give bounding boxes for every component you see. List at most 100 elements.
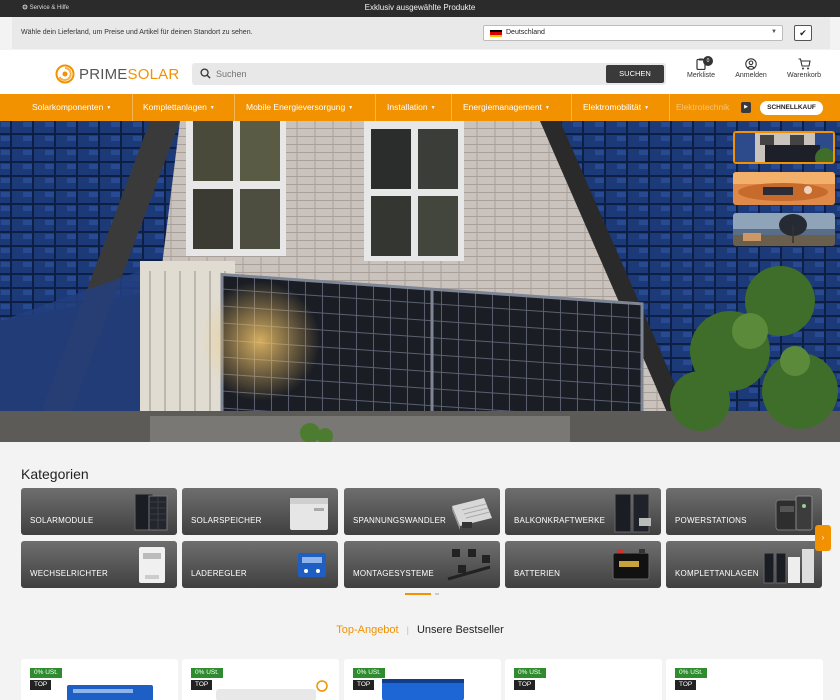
- chevron-down-icon: ▼: [771, 29, 777, 35]
- hero-slider[interactable]: [0, 121, 840, 442]
- wishlist-count-badge: 0: [703, 56, 713, 66]
- category-powerstations[interactable]: POWERSTATIONS: [666, 488, 822, 535]
- tax-badge: 0% USt.: [514, 668, 546, 678]
- category-label: SOLARSPEICHER: [191, 516, 262, 525]
- country-selected-value: Deutschland: [506, 29, 545, 36]
- category-label: BALKONKRAFTWERKE: [514, 516, 606, 525]
- category-wechselrichter[interactable]: WECHSELRICHTER: [21, 541, 177, 588]
- charge-controller-icon: [298, 553, 326, 577]
- nav-item-energiemanagement[interactable]: Energiemanagement ▼: [452, 94, 572, 121]
- chevron-down-icon: ▼: [209, 105, 215, 111]
- category-laderegler[interactable]: LADEREGLER: [182, 541, 338, 588]
- quick-buy-button[interactable]: SCHNELLKAUF: [760, 101, 823, 115]
- category-komplettanlagen[interactable]: KOMPLETTANLAGEN: [666, 541, 822, 588]
- chevron-down-icon: ▼: [430, 105, 436, 111]
- top-badge: TOP: [353, 680, 375, 690]
- category-label: BATTERIEN: [514, 569, 561, 578]
- carousel-pagination[interactable]: [405, 592, 439, 596]
- service-link[interactable]: Service & Hilfe: [22, 4, 69, 11]
- product-image: [67, 685, 153, 700]
- country-message: Wähle dein Lieferland, um Preise und Art…: [21, 29, 253, 36]
- product-card[interactable]: 0% USt. TOP: [344, 659, 501, 700]
- top-badge: TOP: [191, 680, 213, 690]
- category-spannungswandler[interactable]: SPANNUNGSWANDLER: [344, 488, 500, 535]
- solar-panel-icon: [134, 493, 168, 531]
- country-select[interactable]: Deutschland ▼: [483, 25, 783, 41]
- tax-badge: 0% USt.: [675, 668, 707, 678]
- categories-title: Kategorien: [21, 466, 89, 482]
- hero-thumbnail-2[interactable]: [733, 172, 835, 205]
- login-label: Anmelden: [735, 72, 767, 79]
- user-icon: [745, 58, 757, 70]
- service-label: Service & Hilfe: [29, 5, 70, 11]
- category-solarmodule[interactable]: SOLARMODULE: [21, 488, 177, 535]
- nav-item-komplettanlagen[interactable]: Komplettanlagen ▼: [132, 94, 235, 121]
- hero-image: [0, 121, 840, 442]
- country-selector-bar: Wähle dein Lieferland, um Preise und Art…: [12, 17, 830, 49]
- promo-text: Exklusiv ausgewählte Produkte: [364, 3, 476, 12]
- mounting-system-icon: [447, 549, 491, 581]
- cart-label: Warenkorb: [787, 72, 821, 79]
- inverter-icon: [139, 547, 165, 583]
- tax-badge: 0% USt.: [30, 668, 62, 678]
- tab-top-angebot[interactable]: Top-Angebot: [336, 624, 398, 636]
- confirm-country-button[interactable]: ✔: [794, 25, 812, 41]
- battery-storage-icon: [290, 498, 328, 530]
- logo[interactable]: PRIMESOLAR: [55, 64, 179, 84]
- category-label: WECHSELRICHTER: [30, 569, 108, 578]
- hero-thumbnail-3[interactable]: [733, 213, 835, 246]
- logo-text: PRIMESOLAR: [79, 66, 180, 83]
- category-solarspeicher[interactable]: SOLARSPEICHER: [182, 488, 338, 535]
- nav-item-installation[interactable]: Installation ▼: [376, 94, 452, 121]
- category-label: SPANNUNGSWANDLER: [353, 516, 446, 525]
- nav-item-elektromobilitaet[interactable]: Elektromobilität ▼: [572, 94, 670, 121]
- top-badge: TOP: [30, 680, 52, 690]
- top-bar: Exklusiv ausgewählte Produkte Service & …: [0, 0, 840, 17]
- login-button[interactable]: Anmelden: [729, 58, 773, 88]
- category-batterien[interactable]: BATTERIEN: [505, 541, 661, 588]
- category-label: LADEREGLER: [191, 569, 247, 578]
- product-card[interactable]: 0% USt. TOP: [505, 659, 662, 700]
- tab-bestseller[interactable]: Unsere Bestseller: [417, 624, 504, 636]
- chevron-down-icon: ▼: [348, 105, 354, 111]
- tab-separator: |: [406, 625, 409, 635]
- product-image: [216, 680, 328, 700]
- product-card[interactable]: 0% USt. TOP: [182, 659, 339, 700]
- hero-thumbnail-1[interactable]: [733, 131, 835, 164]
- thumbnail-image: [735, 133, 833, 162]
- category-label: POWERSTATIONS: [675, 516, 747, 525]
- chevron-down-icon: ▼: [644, 105, 650, 111]
- germany-flag-icon: [490, 30, 502, 37]
- site-header: PRIMESOLAR SUCHEN Merkliste 0 Anmelden W…: [0, 50, 840, 94]
- category-next-button[interactable]: ›: [815, 525, 831, 551]
- category-label: KOMPLETTANLAGEN: [675, 569, 759, 578]
- nav-scroll-right-button[interactable]: ▶: [741, 102, 751, 113]
- cart-icon: [798, 58, 811, 70]
- battery-icon: [612, 549, 650, 580]
- cart-button[interactable]: Warenkorb: [782, 58, 826, 88]
- balcony-power-plant-icon: [614, 493, 651, 533]
- tax-badge: 0% USt.: [191, 668, 223, 678]
- category-montagesysteme[interactable]: MONTAGESYSTEME: [344, 541, 500, 588]
- search-button[interactable]: SUCHEN: [606, 65, 664, 83]
- product-image: [382, 679, 464, 700]
- category-label: SOLARMODULE: [30, 516, 94, 525]
- category-balkonkraftwerke[interactable]: BALKONKRAFTWERKE: [505, 488, 661, 535]
- search-bar: SUCHEN: [192, 63, 666, 85]
- nav-item-elektrotechnik[interactable]: Elektrotechnik: [676, 94, 729, 121]
- gear-icon: [22, 4, 28, 10]
- wishlist-label: Merkliste: [686, 72, 715, 79]
- nav-item-solarkomponenten[interactable]: Solarkomponenten ▼: [21, 94, 133, 121]
- search-icon: [200, 68, 211, 79]
- wishlist-button[interactable]: Merkliste 0: [679, 56, 723, 88]
- complete-system-icon: [763, 549, 814, 584]
- voltage-converter-icon: [452, 498, 492, 530]
- product-card[interactable]: 0% USt. TOP: [21, 659, 178, 700]
- product-card[interactable]: 0% USt. TOP: [666, 659, 823, 700]
- product-tabs: Top-Angebot | Unsere Bestseller: [0, 624, 840, 636]
- thumbnail-image: [733, 213, 835, 246]
- chevron-down-icon: ▼: [106, 105, 112, 111]
- chevron-down-icon: ▼: [544, 105, 550, 111]
- search-input[interactable]: [216, 66, 586, 82]
- nav-item-mobile-energieversorgung[interactable]: Mobile Energieversorgung ▼: [235, 94, 376, 121]
